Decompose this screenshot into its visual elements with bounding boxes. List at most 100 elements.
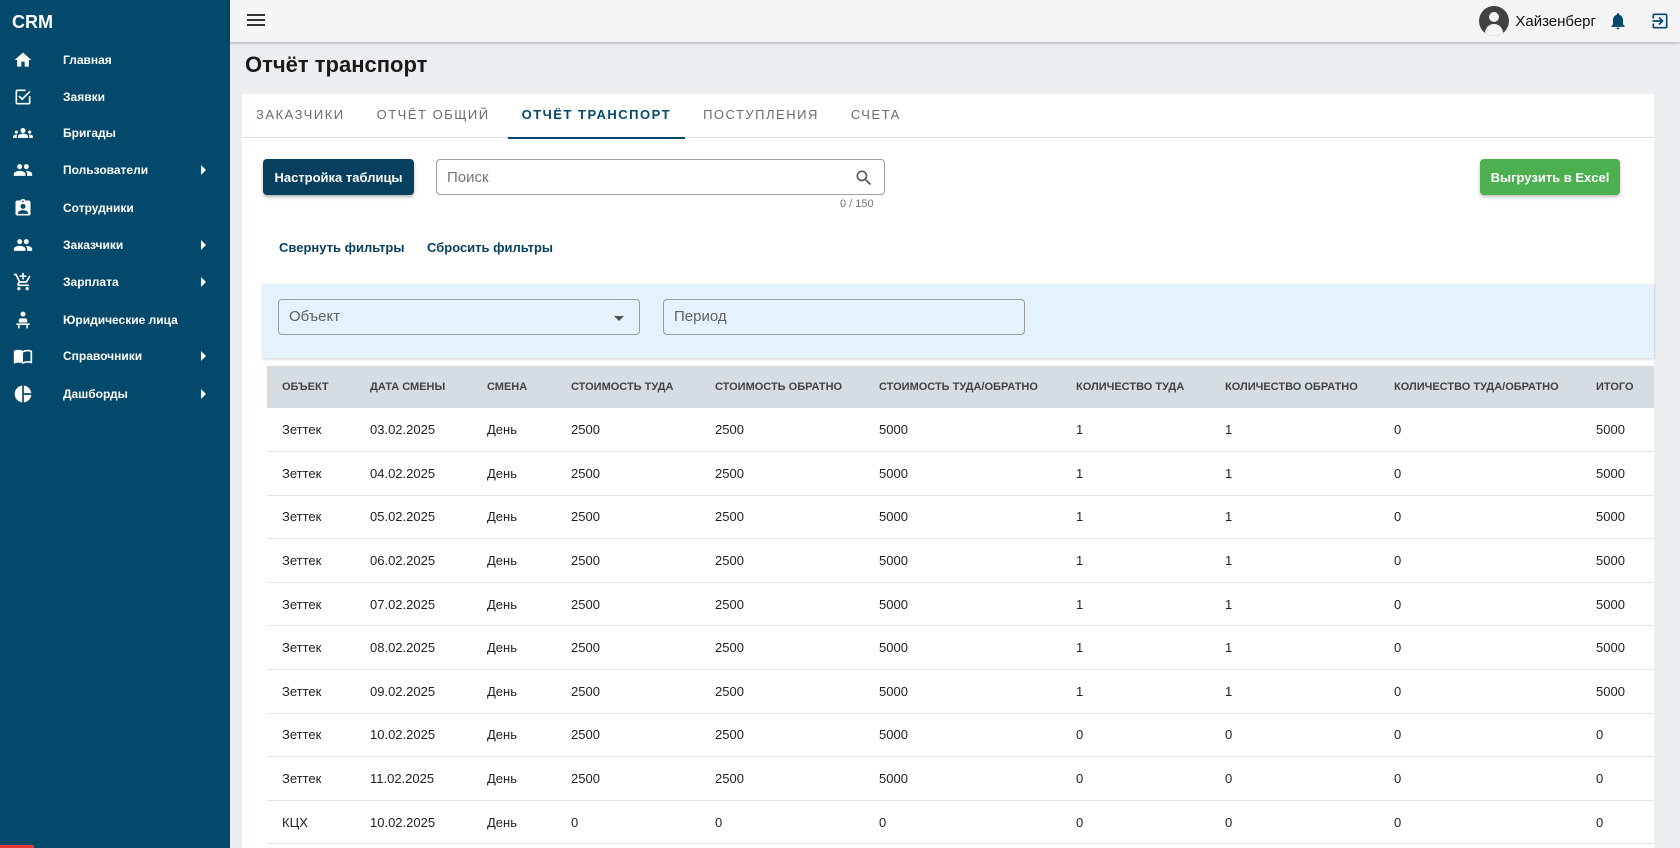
table-cell: 0 — [1394, 640, 1402, 656]
tab-5[interactable]: Счета — [837, 94, 915, 138]
column-header[interactable]: Количество обратно — [1210, 366, 1379, 408]
table-cell: 06.02.2025 — [370, 553, 436, 569]
search-input[interactable] — [437, 160, 837, 194]
table-settings-button[interactable]: Настройка таблицы — [263, 159, 414, 195]
table-row[interactable]: Зеттек 05.02.2025 День 2500 2500 5000 1 1 0 5000 — [267, 495, 1654, 539]
table-row[interactable]: Зеттек 04.02.2025 День 2500 2500 5000 1 1 0 5000 — [267, 452, 1654, 496]
table-cell: 09.02.2025 — [370, 683, 436, 699]
column-header[interactable]: Смена — [472, 366, 556, 408]
table-cell: 1 — [1076, 422, 1084, 438]
table-cell: 0 — [1596, 814, 1604, 830]
table-row[interactable]: Зеттек 07.02.2025 День 2500 2500 5000 1 1 0 5000 — [267, 582, 1654, 626]
table-cell: 0 — [1394, 771, 1402, 787]
sidebar-item-1[interactable]: Главная — [0, 42, 230, 79]
caret-down-icon — [614, 316, 624, 321]
table-cell: День — [487, 814, 517, 830]
table-cell: 0 — [1394, 509, 1402, 525]
table-cell: День — [487, 771, 517, 787]
column-header[interactable]: Количество туда — [1061, 366, 1210, 408]
sidebar-item-label: Юридические лица — [63, 312, 178, 327]
table-cell: 0 — [879, 814, 887, 830]
table-cell: 1 — [1076, 465, 1084, 481]
table-cell: 0 — [1394, 727, 1402, 743]
user-menu[interactable]: Хайзенберг — [1479, 6, 1596, 36]
column-header[interactable]: Стоимость обратно — [700, 366, 864, 408]
sidebar-item-3[interactable]: Бригады — [0, 115, 230, 152]
sidebar-item-7[interactable]: Зарплата — [0, 264, 230, 301]
table-cell: 10.02.2025 — [370, 727, 436, 743]
table-cell: 2500 — [571, 509, 600, 525]
table-row[interactable]: Зеттек 11.02.2025 День 2500 2500 5000 0 0 0 0 — [267, 757, 1654, 801]
sidebar-item-4[interactable]: Пользователи — [0, 152, 230, 189]
table-row[interactable]: Зеттек 09.02.2025 День 2500 2500 5000 1 1 0 5000 — [267, 670, 1654, 714]
column-header[interactable]: Дата смены — [355, 366, 472, 408]
sidebar-item-label: Главная — [63, 53, 112, 68]
table-cell: 5000 — [879, 771, 908, 787]
table-cell: 0 — [1394, 814, 1402, 830]
table-row[interactable]: Зеттек 03.02.2025 День 2500 2500 5000 1 1 0 5000 — [267, 408, 1654, 452]
table-cell: 2500 — [571, 727, 600, 743]
table-cell: День — [487, 640, 517, 656]
sidebar-item-9[interactable]: Справочники — [0, 338, 230, 375]
table-cell: Зеттек — [282, 640, 322, 656]
table-cell: 2500 — [715, 553, 744, 569]
table-row[interactable]: КЦХ 10.02.2025 День 0 0 0 0 0 0 0 — [267, 800, 1654, 844]
report-card: Заказчики Отчёт общий Отчёт транспорт Посту… — [242, 94, 1654, 848]
sidebar-item-10[interactable]: Дашборды — [0, 376, 230, 413]
table-cell: 5000 — [1596, 553, 1625, 569]
sidebar-item-6[interactable]: Заказчики — [0, 227, 230, 264]
table-cell: 1 — [1225, 509, 1233, 525]
table-row[interactable]: Зеттек 10.02.2025 День 2500 2500 5000 0 0 0 0 — [267, 713, 1654, 757]
table-row[interactable]: Зеттек 08.02.2025 День 2500 2500 5000 1 1 0 5000 — [267, 626, 1654, 670]
table-cell: 2500 — [715, 422, 744, 438]
column-header[interactable]: Объект — [267, 366, 355, 408]
table-cell: День — [487, 465, 517, 481]
table-cell: Зеттек — [282, 465, 322, 481]
logout-icon[interactable] — [1650, 10, 1670, 32]
tab-3[interactable]: Отчёт транспорт — [507, 94, 686, 139]
table-cell: 2500 — [571, 683, 600, 699]
table-cell: Зеттек — [282, 771, 322, 787]
table-cell: 1 — [1076, 553, 1084, 569]
table-cell: 0 — [1596, 727, 1604, 743]
people-icon — [12, 234, 34, 256]
column-header[interactable]: Стоимость туда/обратно — [864, 366, 1061, 408]
sidebar-item-5[interactable]: Сотрудники — [0, 190, 230, 227]
table-cell: 1 — [1225, 553, 1233, 569]
hamburger-menu-icon[interactable] — [246, 11, 266, 31]
chevron-right-icon — [201, 388, 206, 399]
table-cell: День — [487, 596, 517, 612]
brand-logo[interactable]: CRM — [0, 0, 230, 42]
table-cell: 5000 — [879, 640, 908, 656]
table-cell: 0 — [1076, 814, 1084, 830]
table-cell: 2500 — [715, 727, 744, 743]
table-cell: День — [487, 422, 517, 438]
table-cell: День — [487, 727, 517, 743]
column-header[interactable]: Итого — [1581, 366, 1654, 408]
tab-4[interactable]: Поступления — [689, 94, 833, 138]
object-select[interactable]: Объект — [278, 299, 640, 335]
table-row[interactable]: Зеттек 06.02.2025 День 2500 2500 5000 1 1 0 5000 — [267, 539, 1654, 583]
username: Хайзенберг — [1515, 12, 1596, 30]
sidebar-item-label: Справочники — [63, 349, 143, 364]
sidebar-item-2[interactable]: Заявки — [0, 79, 230, 116]
export-excel-button[interactable]: Выгрузить в Excel — [1480, 159, 1620, 195]
period-input-placeholder: Период — [674, 308, 727, 325]
bell-icon[interactable] — [1608, 10, 1628, 32]
cart-icon — [12, 271, 34, 293]
tab-1[interactable]: Заказчики — [242, 94, 359, 138]
table-cell: 2500 — [715, 465, 744, 481]
reset-filters-button[interactable]: Сбросить фильтры — [427, 240, 553, 255]
table-cell: 05.02.2025 — [370, 509, 436, 525]
search-field — [436, 159, 885, 195]
table-cell: 5000 — [1596, 509, 1625, 525]
sidebar-item-label: Бригады — [63, 126, 116, 141]
collapse-filters-button[interactable]: Свернуть фильтры — [279, 240, 404, 255]
sidebar-item-8[interactable]: Юридические лица — [0, 302, 230, 339]
search-icon[interactable] — [854, 168, 874, 188]
tab-2[interactable]: Отчёт общий — [363, 94, 504, 138]
period-input[interactable]: Период — [663, 299, 1025, 335]
column-header[interactable]: Стоимость туда — [556, 366, 700, 408]
column-header[interactable]: Количество туда/обратно — [1379, 366, 1581, 408]
table-cell: 03.02.2025 — [370, 422, 436, 438]
